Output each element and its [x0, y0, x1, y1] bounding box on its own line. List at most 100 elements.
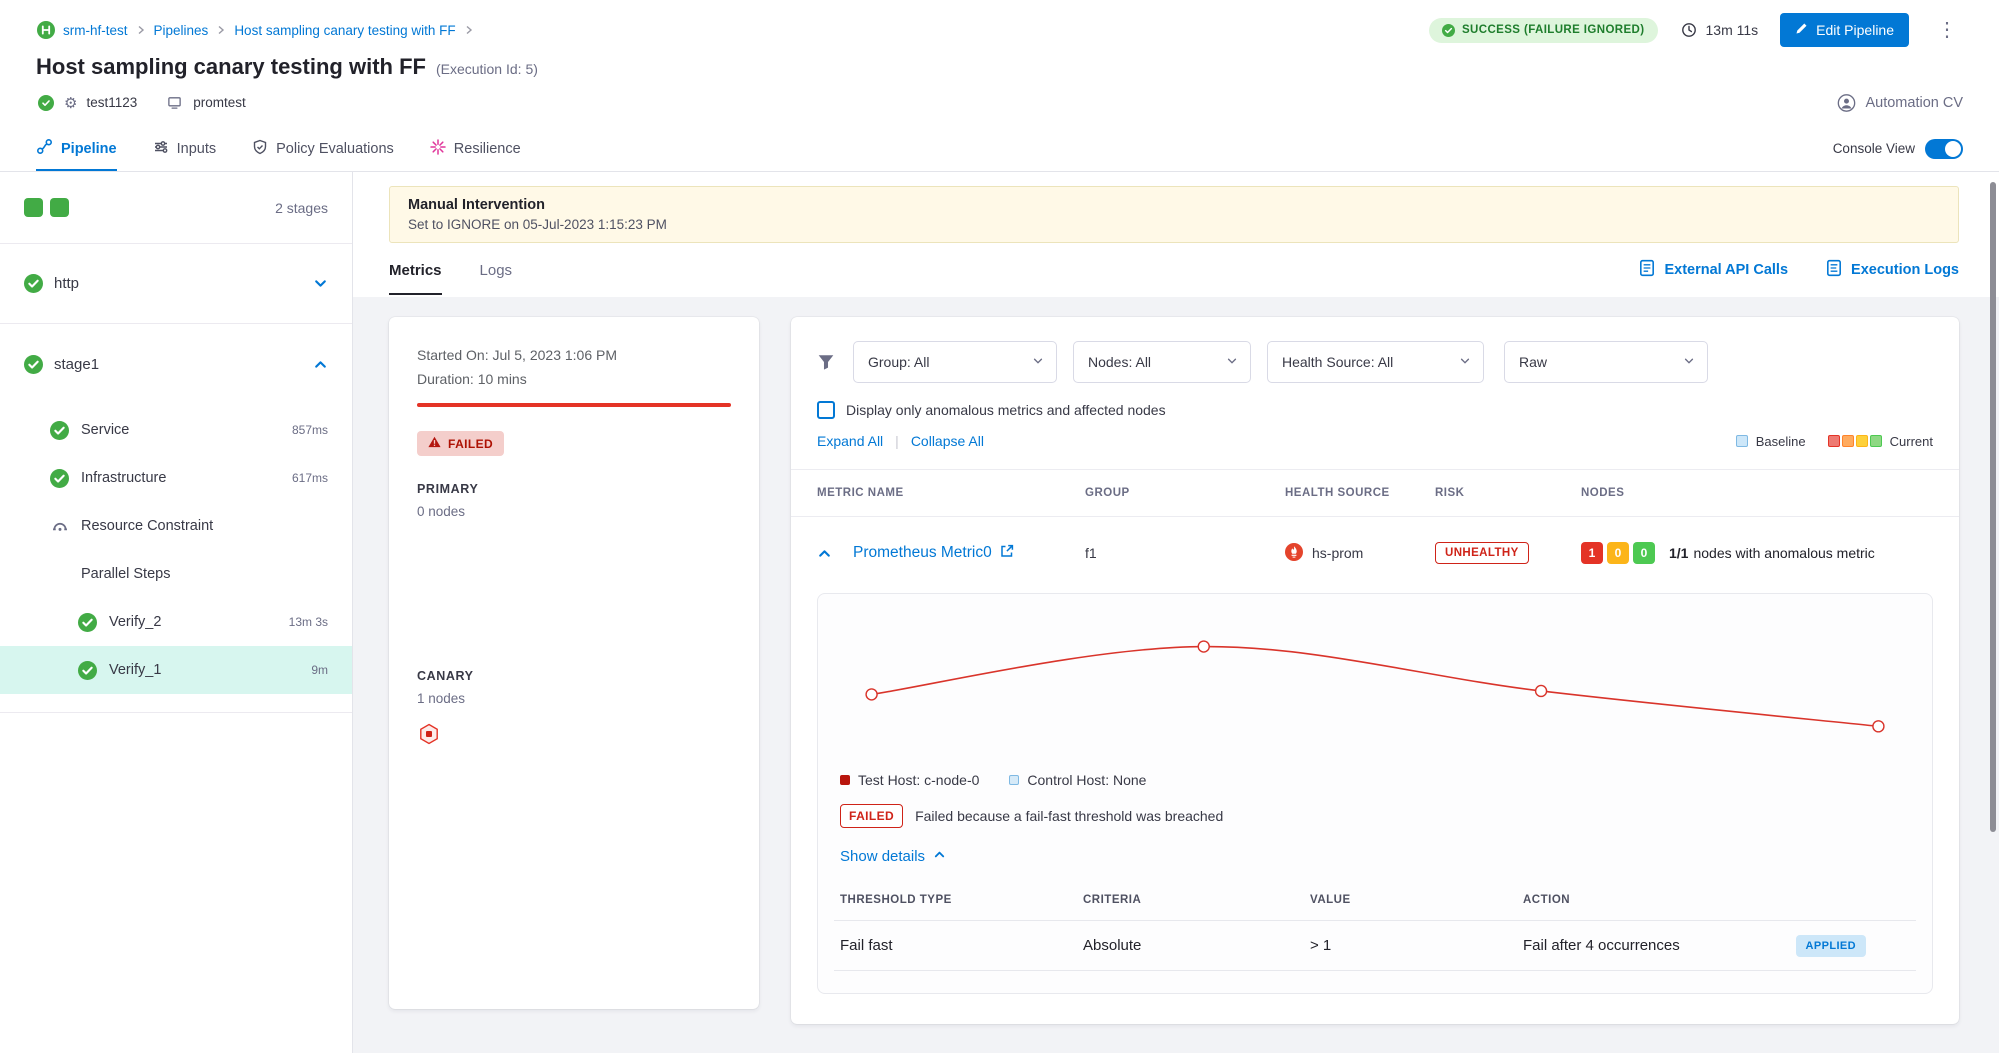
harness-project-icon [36, 21, 55, 40]
step-resource-constraint[interactable]: Resource Constraint [0, 502, 352, 550]
canary-label: CANARY [417, 669, 731, 683]
tab-pipeline[interactable]: Pipeline [36, 126, 117, 171]
chevron-down-icon [1683, 354, 1695, 370]
current-yellow-swatch-icon [1856, 435, 1868, 447]
nodes-filter-select[interactable]: Nodes: All [1073, 341, 1251, 383]
tab-metrics[interactable]: Metrics [389, 246, 442, 295]
tab-logs[interactable]: Logs [480, 246, 513, 295]
sidebar-stage-http[interactable]: http [0, 244, 352, 324]
chevron-down-icon [1226, 354, 1238, 370]
step-infrastructure[interactable]: Infrastructure 617ms [0, 454, 352, 502]
analysis-failed-message: Failed because a fail-fast threshold was… [915, 808, 1223, 824]
applied-badge: APPLIED [1796, 935, 1866, 957]
healthy-node-count: 0 [1633, 542, 1655, 564]
warning-node-count: 0 [1607, 542, 1629, 564]
console-view-label: Console View [1833, 141, 1915, 156]
verification-summary-card: Started On: Jul 5, 2023 1:06 PM Duration… [389, 317, 759, 1009]
threshold-criteria: Absolute [1083, 937, 1310, 954]
data-mode-select[interactable]: Raw [1504, 341, 1708, 383]
chevron-up-icon[interactable] [313, 357, 328, 372]
external-link-icon[interactable] [1000, 544, 1014, 563]
breadcrumb-project-link[interactable]: srm-hf-test [63, 23, 128, 38]
environment-icon [165, 93, 184, 112]
resilience-icon [430, 139, 446, 159]
chevron-up-icon [933, 848, 946, 865]
shield-check-icon [252, 139, 268, 159]
filter-icon[interactable] [817, 353, 835, 371]
prometheus-icon [1285, 543, 1303, 564]
breadcrumb-separator-icon [464, 25, 474, 35]
test-host-legend: Test Host: c-node-0 [840, 772, 979, 788]
risk-badge: UNHEALTHY [1435, 542, 1529, 564]
stages-count: 2 stages [275, 200, 328, 216]
step-verify-1[interactable]: Verify_1 9m [0, 646, 352, 694]
execution-status-badge: SUCCESS (FAILURE IGNORED) [1429, 18, 1658, 43]
metric-group: f1 [1085, 545, 1285, 561]
breadcrumb: srm-hf-test Pipelines Host sampling cana… [36, 21, 474, 40]
stage-status-squares [24, 198, 69, 217]
expand-all-link[interactable]: Expand All [817, 433, 883, 449]
anomalous-filter-row: Display only anomalous metrics and affec… [791, 401, 1959, 419]
gear-icon: ⚙ [64, 94, 77, 112]
duration: Duration: 10 mins [417, 367, 731, 391]
external-api-calls-link[interactable]: External API Calls [1639, 259, 1788, 281]
current-red-swatch-icon [1828, 435, 1840, 447]
step-service[interactable]: Service 857ms [0, 406, 352, 454]
resource-constraint-icon [50, 517, 69, 536]
check-circle-icon [1442, 24, 1455, 37]
show-details-link[interactable]: Show details [834, 848, 1916, 865]
logs-document-icon [1826, 259, 1842, 281]
group-filter-select[interactable]: Group: All [853, 341, 1057, 383]
vertical-scrollbar[interactable] [1990, 182, 1996, 832]
breadcrumb-separator-icon [136, 25, 146, 35]
metric-detail-panel: Test Host: c-node-0 Control Host: None F… [817, 593, 1933, 994]
metrics-table-header: METRIC NAME GROUP HEALTH SOURCE RISK NOD… [791, 469, 1959, 517]
edit-pipeline-button[interactable]: Edit Pipeline [1780, 13, 1909, 47]
manual-intervention-banner: Manual Intervention Set to IGNORE on 05-… [389, 186, 1959, 243]
threshold-table-header: THRESHOLD TYPE CRITERIA VALUE ACTION [834, 879, 1916, 921]
analysis-failed-badge: FAILED [840, 804, 903, 828]
step-parallel-steps[interactable]: Parallel Steps [0, 550, 352, 598]
collapse-all-link[interactable]: Collapse All [911, 433, 984, 449]
harness-execution-page: srm-hf-test Pipelines Host sampling cana… [0, 0, 1999, 1053]
canary-node-hexagon-icon[interactable] [417, 722, 731, 749]
more-options-icon[interactable]: ⋮ [1931, 18, 1963, 42]
execution-id: (Execution Id: 5) [436, 61, 538, 77]
breadcrumb-separator-icon [216, 25, 226, 35]
control-host-legend: Control Host: None [1009, 772, 1146, 788]
tab-inputs[interactable]: Inputs [153, 126, 217, 171]
service-icon [36, 93, 55, 112]
check-circle-icon [24, 355, 43, 374]
step-verify-2[interactable]: Verify_2 13m 3s [0, 598, 352, 646]
step-list: Service 857ms Infrastructure 617ms Resou… [0, 404, 352, 713]
tab-resilience[interactable]: Resilience [430, 126, 521, 171]
execution-nav-tabs: Pipeline Inputs Policy Evaluations Resil… [0, 126, 1999, 172]
anomalous-checkbox[interactable] [817, 401, 835, 419]
step-detail-content: Manual Intervention Set to IGNORE on 05-… [353, 172, 1999, 1053]
started-on: Started On: Jul 5, 2023 1:06 PM [417, 343, 731, 367]
divider: | [895, 433, 899, 449]
execution-logs-link[interactable]: Execution Logs [1826, 259, 1959, 281]
execution-duration: 13m 11s [1680, 21, 1759, 40]
api-document-icon [1639, 259, 1655, 281]
pencil-icon [1795, 22, 1808, 38]
stage-success-square-icon [50, 198, 69, 217]
health-source-filter-select[interactable]: Health Source: All [1267, 341, 1484, 383]
node-risk-counts: 1 0 0 1/1nodes with anomalous metric [1581, 542, 1933, 564]
sidebar-stage-stage1[interactable]: stage1 [0, 324, 352, 404]
tab-policy-evaluations[interactable]: Policy Evaluations [252, 126, 394, 171]
row-collapse-chevron-up-icon[interactable] [817, 546, 853, 561]
console-view-toggle[interactable] [1925, 139, 1963, 159]
banner-subtitle: Set to IGNORE on 05-Jul-2023 1:15:23 PM [408, 217, 1940, 232]
metric-table-row: Prometheus Metric0 f1 hs-prom UNHEALTHY … [791, 517, 1959, 589]
metric-name-link[interactable]: Prometheus Metric0 [853, 544, 1085, 563]
current-green-swatch-icon [1870, 435, 1882, 447]
anomalous-checkbox-label: Display only anomalous metrics and affec… [846, 402, 1166, 418]
chevron-down-icon[interactable] [313, 276, 328, 291]
user-avatar-icon [1837, 93, 1856, 112]
check-circle-icon [78, 661, 97, 680]
triggered-by-user: Automation CV [1837, 93, 1963, 112]
verification-progress-bar [417, 403, 731, 407]
breadcrumb-pipelines-link[interactable]: Pipelines [154, 23, 209, 38]
breadcrumb-pipeline-link[interactable]: Host sampling canary testing with FF [234, 23, 455, 38]
